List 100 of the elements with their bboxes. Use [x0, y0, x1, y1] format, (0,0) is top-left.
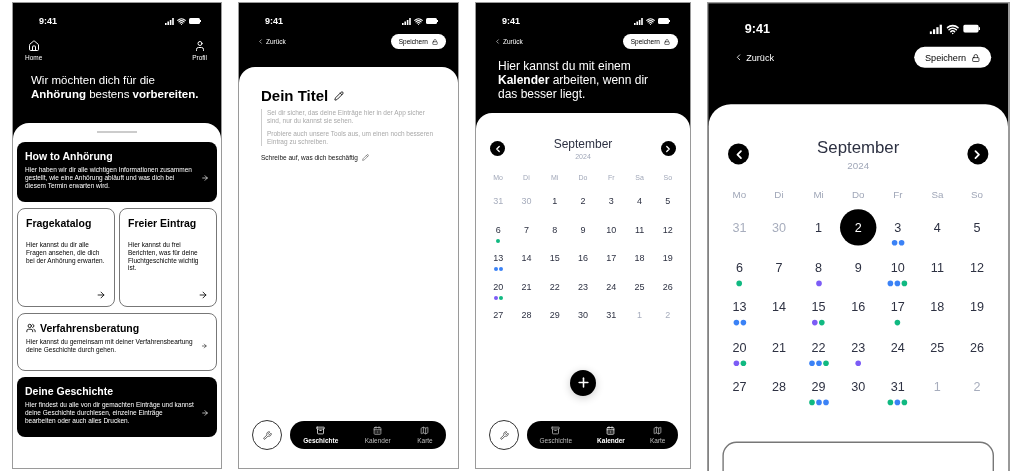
signal-icon: [634, 17, 643, 25]
calendar-day[interactable]: 20: [491, 280, 506, 293]
tools-button[interactable]: [489, 420, 519, 450]
calendar-day[interactable]: 4: [632, 195, 647, 207]
plus-icon: [575, 375, 591, 390]
calendar-day[interactable]: 1: [808, 219, 829, 236]
previous-month-button[interactable]: [490, 141, 505, 156]
signal-icon: [402, 17, 411, 25]
lock-icon: [971, 53, 980, 62]
calendar-day[interactable]: 20: [729, 338, 750, 356]
calendar-day[interactable]: 3: [604, 195, 619, 207]
back-button[interactable]: Zurück: [733, 52, 775, 63]
calendar-day[interactable]: 13: [729, 298, 750, 316]
weekday-label: Mo: [731, 189, 748, 200]
add-button[interactable]: [570, 369, 596, 396]
calendar-day[interactable]: 9: [576, 223, 590, 236]
calendar-day[interactable]: 23: [848, 338, 868, 356]
calendar-day[interactable]: 2: [576, 195, 590, 207]
wrench-icon: [499, 430, 509, 440]
card-title: Fragekatalog: [26, 217, 93, 229]
calendar-day[interactable]: 7: [519, 223, 534, 236]
calendar-day[interactable]: 23: [576, 280, 590, 293]
calendar-day[interactable]: 5: [660, 195, 675, 207]
weekday-label: Fr: [892, 189, 904, 200]
calendar-day[interactable]: 4: [927, 219, 948, 236]
card-title: How to Anhörung: [25, 150, 113, 162]
calendar-day[interactable]: 29: [808, 378, 829, 396]
calendar-day[interactable]: 1: [547, 195, 562, 207]
calendar-day[interactable]: 6: [491, 223, 506, 236]
calendar-day[interactable]: 2: [840, 209, 877, 246]
tray-icon: [551, 426, 561, 435]
calendar-day[interactable]: 26: [660, 280, 675, 293]
arrow-icon: [201, 172, 209, 183]
weekday-label: Mi: [812, 189, 825, 200]
calendar-day[interactable]: 10: [604, 223, 619, 236]
calendar-day[interactable]: 17: [888, 298, 908, 316]
tools-button[interactable]: [252, 420, 282, 450]
calendar-day[interactable]: 11: [632, 223, 647, 236]
calendar-day[interactable]: 30: [576, 309, 590, 321]
calendar-day[interactable]: 27: [729, 378, 750, 396]
calendar-day[interactable]: 15: [547, 252, 562, 264]
map-icon: [653, 426, 663, 435]
next-month-button[interactable]: [661, 141, 676, 156]
calendar-day[interactable]: 8: [547, 223, 562, 236]
sheet-handle: [97, 131, 137, 133]
calendar-day[interactable]: 9: [848, 258, 868, 276]
calendar-day[interactable]: 8: [808, 258, 829, 276]
calendar-day[interactable]: 7: [769, 258, 789, 276]
battery-icon: [658, 18, 670, 24]
calendar-day[interactable]: 28: [519, 309, 534, 321]
battery-icon: [426, 18, 438, 24]
calendar-day[interactable]: 24: [888, 338, 908, 356]
calendar-day[interactable]: 17: [604, 252, 619, 264]
calendar-day[interactable]: 21: [519, 280, 534, 293]
signal-icon: [165, 17, 174, 25]
calendar-day[interactable]: 30: [848, 378, 868, 396]
calendar-day[interactable]: 6: [729, 258, 750, 276]
weekday-label: So: [970, 189, 984, 200]
calendar-day[interactable]: 31: [604, 309, 619, 321]
calendar-day[interactable]: 24: [604, 280, 619, 293]
calendar-day[interactable]: 28: [769, 378, 789, 396]
calendar-day[interactable]: 16: [848, 298, 868, 316]
save-button[interactable]: Speichern: [913, 46, 992, 68]
calendar-day[interactable]: 11: [927, 258, 948, 276]
calendar-day[interactable]: 12: [660, 223, 675, 236]
next-month-button[interactable]: [967, 143, 989, 165]
home-icon: [27, 40, 40, 52]
calendar-day[interactable]: 29: [547, 309, 562, 321]
calendar-day[interactable]: 25: [632, 280, 647, 293]
arrow-icon: [96, 290, 106, 300]
previous-month-button[interactable]: [728, 143, 749, 165]
chevron-left-icon: [733, 52, 744, 63]
calendar-day[interactable]: 22: [547, 280, 562, 293]
calendar-day[interactable]: 5: [967, 219, 987, 236]
headline: Wir möchten dich für die Anhörung bestens vorbereiten.: [30, 73, 200, 101]
calendar-day[interactable]: 13: [491, 252, 506, 264]
calendar-day[interactable]: 27: [491, 309, 506, 321]
year-label: 2024: [847, 160, 870, 170]
calendar-day[interactable]: 31: [888, 378, 908, 396]
status-time: 9:41: [744, 21, 770, 36]
calendar-day[interactable]: 19: [967, 298, 987, 316]
calendar-day[interactable]: 26: [967, 338, 987, 356]
weekday-label: Di: [773, 189, 785, 200]
calendar-day[interactable]: 16: [576, 252, 590, 264]
lock-icon: [664, 38, 670, 45]
calendar-day[interactable]: 19: [660, 252, 675, 264]
calendar-day[interactable]: 18: [632, 252, 647, 264]
calendar-day[interactable]: 15: [808, 298, 829, 316]
calendar-day[interactable]: 12: [967, 258, 987, 276]
calendar-day[interactable]: 14: [769, 298, 789, 316]
calendar-day[interactable]: 25: [927, 338, 948, 356]
calendar-day[interactable]: 14: [519, 252, 534, 264]
calendar-day[interactable]: 18: [927, 298, 948, 316]
calendar-day[interactable]: 3: [888, 219, 908, 236]
wifi-icon: [646, 16, 655, 26]
chevron-left-icon: [494, 38, 501, 45]
battery-icon: [189, 18, 201, 24]
calendar-day[interactable]: 21: [769, 338, 789, 356]
calendar-day[interactable]: 10: [888, 258, 908, 276]
calendar-day[interactable]: 22: [808, 338, 829, 356]
